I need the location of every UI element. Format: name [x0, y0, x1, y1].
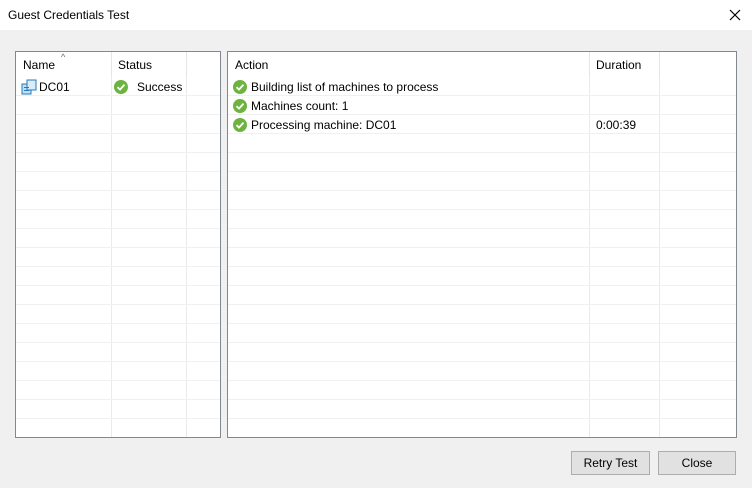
grid-row-separator [228, 190, 736, 191]
grid-row-separator [228, 209, 736, 210]
grid-row-separator [228, 361, 736, 362]
window-title: Guest Credentials Test [8, 8, 130, 22]
grid-row-separator [16, 114, 220, 115]
table-row[interactable]: Machines count: 1 [233, 96, 348, 115]
grid-row-separator [228, 304, 736, 305]
grid-row-separator [16, 380, 220, 381]
grid-row-separator [228, 266, 736, 267]
server-icon [21, 79, 37, 94]
table-row[interactable]: DC01 [21, 77, 70, 96]
action-text: Machines count: 1 [251, 98, 349, 113]
grid-row-separator [16, 247, 220, 248]
grid-row-separator [16, 209, 220, 210]
check-circle-icon [114, 79, 128, 94]
grid-row-separator [16, 323, 220, 324]
grid-row-separator [16, 361, 220, 362]
check-circle-icon [233, 117, 247, 132]
sort-ascending-icon: ^ [61, 52, 66, 62]
grid-row-separator [16, 285, 220, 286]
grid-row-separator [228, 247, 736, 248]
check-circle-icon [233, 79, 247, 94]
retry-test-button[interactable]: Retry Test [571, 451, 650, 475]
grid-row-separator [228, 171, 736, 172]
grid-row-separator [16, 304, 220, 305]
grid-row-separator [228, 285, 736, 286]
machine-name: DC01 [39, 79, 70, 94]
grid-row-separator [16, 418, 220, 419]
grid-row-separator [228, 342, 736, 343]
grid-row-separator [16, 342, 220, 343]
table-row[interactable]: Building list of machines to process [233, 77, 438, 96]
grid-row-separator [228, 418, 736, 419]
duration-text: 0:00:39 [596, 117, 637, 132]
column-header-name[interactable]: Name [23, 58, 55, 72]
grid-row-separator [228, 152, 736, 153]
grid-row-separator [228, 380, 736, 381]
grid-row-separator [16, 171, 220, 172]
action-text: Building list of machines to process [251, 79, 439, 94]
actions-list-header: Action Duration [228, 52, 736, 76]
machines-list[interactable]: ^ Name Status DC01 Success [15, 51, 221, 438]
grid-row-separator [228, 228, 736, 229]
table-row[interactable]: Processing machine: DC01 [233, 115, 396, 134]
close-button[interactable]: Close [658, 451, 736, 475]
column-header-action[interactable]: Action [235, 58, 268, 72]
action-text: Processing machine: DC01 [251, 117, 397, 132]
title-bar: Guest Credentials Test [0, 0, 752, 30]
actions-list[interactable]: Action Duration Building list of machine… [227, 51, 737, 438]
check-circle-icon [233, 98, 247, 113]
grid-row-separator [228, 323, 736, 324]
status-text: Success [137, 79, 183, 94]
column-header-duration[interactable]: Duration [596, 58, 641, 72]
grid-row-separator [16, 399, 220, 400]
machines-list-header: ^ Name Status [16, 52, 220, 76]
status-cell: Success [114, 77, 182, 96]
grid-row-separator [16, 133, 220, 134]
grid-row-separator [16, 190, 220, 191]
grid-row-separator [16, 152, 220, 153]
grid-row-separator [16, 437, 220, 438]
grid-row-separator [228, 399, 736, 400]
grid-row-separator [16, 266, 220, 267]
column-header-status[interactable]: Status [118, 58, 152, 72]
grid-row-separator [228, 437, 736, 438]
window-close-button[interactable] [718, 0, 752, 30]
close-icon [729, 9, 741, 21]
duration-cell: 0:00:39 [596, 115, 636, 134]
grid-row-separator [16, 228, 220, 229]
